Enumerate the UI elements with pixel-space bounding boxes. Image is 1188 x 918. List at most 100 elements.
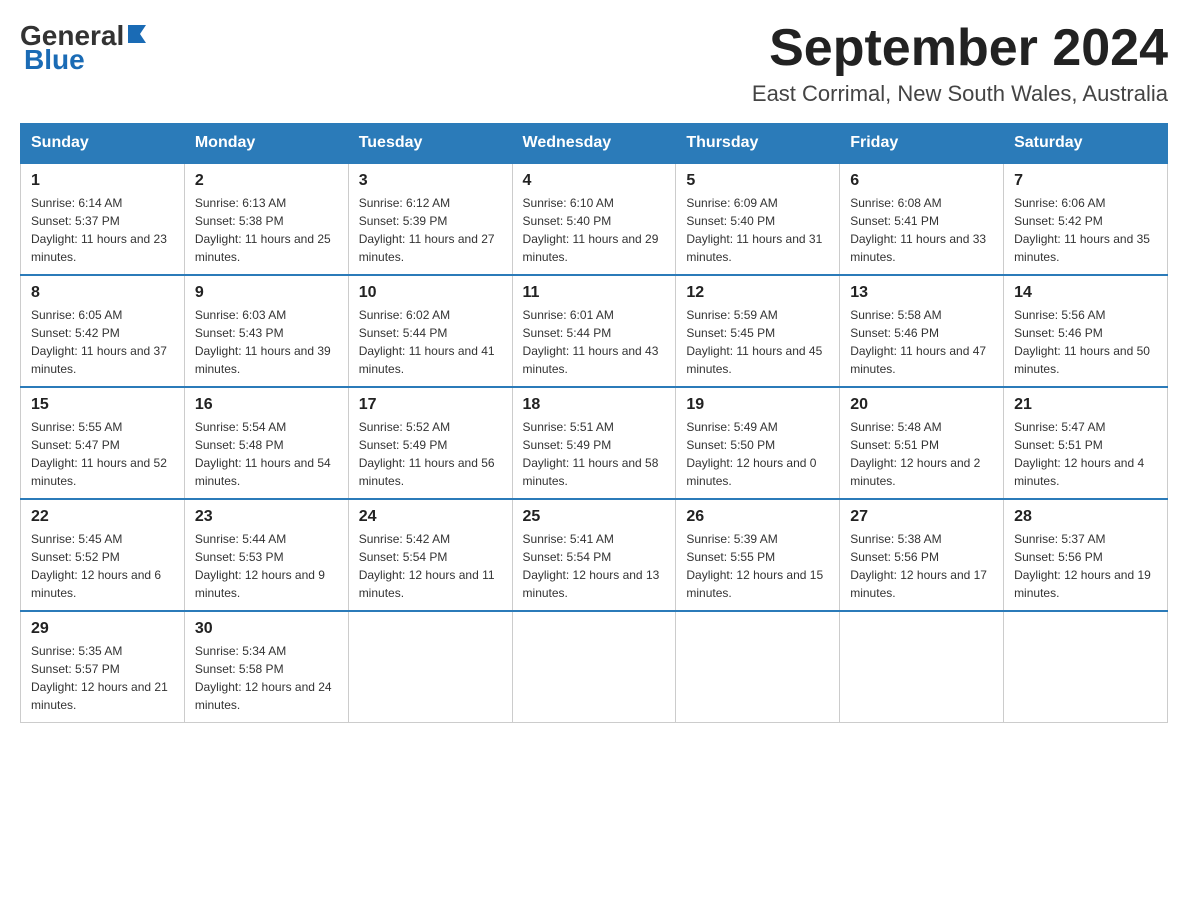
header-friday: Friday [840, 124, 1004, 164]
table-row: 12Sunrise: 5:59 AMSunset: 5:45 PMDayligh… [676, 275, 840, 387]
day-info: Sunrise: 5:51 AMSunset: 5:49 PMDaylight:… [523, 418, 666, 490]
header-wednesday: Wednesday [512, 124, 676, 164]
table-row [348, 611, 512, 723]
day-number: 21 [1014, 396, 1157, 414]
day-info: Sunrise: 6:12 AMSunset: 5:39 PMDaylight:… [359, 194, 502, 266]
day-number: 9 [195, 284, 338, 302]
page-header: General Blue September 2024 East Corrima… [20, 20, 1168, 107]
day-info: Sunrise: 6:10 AMSunset: 5:40 PMDaylight:… [523, 194, 666, 266]
calendar-week-row: 1 Sunrise: 6:14 AMSunset: 5:37 PMDaylight… [21, 163, 1168, 275]
table-row: 7 Sunrise: 6:06 AMSunset: 5:42 PMDaylight… [1004, 163, 1168, 275]
day-info: Sunrise: 5:52 AMSunset: 5:49 PMDaylight:… [359, 418, 502, 490]
day-number: 8 [31, 284, 174, 302]
day-info: Sunrise: 6:13 AMSunset: 5:38 PMDaylight:… [195, 194, 338, 266]
table-row: 26 Sunrise: 5:39 AMSunset: 5:55 PMDayligh… [676, 499, 840, 611]
day-number: 24 [359, 508, 502, 526]
table-row: 16 Sunrise: 5:54 AMSunset: 5:48 PMDayligh… [184, 387, 348, 499]
title-area: September 2024 East Corrimal, New South … [752, 20, 1168, 107]
day-number: 12 [686, 284, 829, 302]
location-title: East Corrimal, New South Wales, Australi… [752, 81, 1168, 107]
day-number: 30 [195, 620, 338, 638]
day-info: Sunrise: 6:09 AMSunset: 5:40 PMDaylight:… [686, 194, 829, 266]
day-info: Sunrise: 5:49 AMSunset: 5:50 PMDaylight:… [686, 418, 829, 490]
table-row: 17 Sunrise: 5:52 AMSunset: 5:49 PMDayligh… [348, 387, 512, 499]
day-info: Sunrise: 5:35 AMSunset: 5:57 PMDaylight:… [31, 642, 174, 714]
header-thursday: Thursday [676, 124, 840, 164]
day-info: Sunrise: 6:02 AMSunset: 5:44 PMDaylight:… [359, 306, 502, 378]
calendar-header-row: Sunday Monday Tuesday Wednesday Thursday… [21, 124, 1168, 164]
day-info: Sunrise: 5:54 AMSunset: 5:48 PMDaylight:… [195, 418, 338, 490]
day-info: Sunrise: 5:39 AMSunset: 5:55 PMDaylight:… [686, 530, 829, 602]
table-row: 14Sunrise: 5:56 AMSunset: 5:46 PMDayligh… [1004, 275, 1168, 387]
day-number: 13 [850, 284, 993, 302]
header-tuesday: Tuesday [348, 124, 512, 164]
month-title: September 2024 [752, 20, 1168, 77]
day-number: 26 [686, 508, 829, 526]
day-number: 19 [686, 396, 829, 414]
table-row [1004, 611, 1168, 723]
day-number: 25 [523, 508, 666, 526]
day-info: Sunrise: 6:03 AMSunset: 5:43 PMDaylight:… [195, 306, 338, 378]
header-saturday: Saturday [1004, 124, 1168, 164]
logo-blue: Blue [24, 44, 85, 76]
day-number: 22 [31, 508, 174, 526]
calendar-week-row: 29 Sunrise: 5:35 AMSunset: 5:57 PMDayligh… [21, 611, 1168, 723]
day-number: 29 [31, 620, 174, 638]
calendar-week-row: 8Sunrise: 6:05 AMSunset: 5:42 PMDaylight… [21, 275, 1168, 387]
day-number: 17 [359, 396, 502, 414]
table-row: 9 Sunrise: 6:03 AMSunset: 5:43 PMDaylight… [184, 275, 348, 387]
calendar-week-row: 15Sunrise: 5:55 AMSunset: 5:47 PMDayligh… [21, 387, 1168, 499]
table-row: 22 Sunrise: 5:45 AMSunset: 5:52 PMDayligh… [21, 499, 185, 611]
day-number: 2 [195, 172, 338, 190]
day-info: Sunrise: 6:14 AMSunset: 5:37 PMDaylight:… [31, 194, 174, 266]
day-info: Sunrise: 5:58 AMSunset: 5:46 PMDaylight:… [850, 306, 993, 378]
table-row: 11 Sunrise: 6:01 AMSunset: 5:44 PMDayligh… [512, 275, 676, 387]
day-info: Sunrise: 5:42 AMSunset: 5:54 PMDaylight:… [359, 530, 502, 602]
table-row: 1 Sunrise: 6:14 AMSunset: 5:37 PMDaylight… [21, 163, 185, 275]
table-row: 29 Sunrise: 5:35 AMSunset: 5:57 PMDayligh… [21, 611, 185, 723]
table-row: 15Sunrise: 5:55 AMSunset: 5:47 PMDayligh… [21, 387, 185, 499]
day-number: 16 [195, 396, 338, 414]
table-row: 18 Sunrise: 5:51 AMSunset: 5:49 PMDayligh… [512, 387, 676, 499]
day-info: Sunrise: 5:41 AMSunset: 5:54 PMDaylight:… [523, 530, 666, 602]
day-info: Sunrise: 5:45 AMSunset: 5:52 PMDaylight:… [31, 530, 174, 602]
day-info: Sunrise: 5:55 AMSunset: 5:47 PMDaylight:… [31, 418, 174, 490]
calendar-table: Sunday Monday Tuesday Wednesday Thursday… [20, 123, 1168, 723]
table-row: 24 Sunrise: 5:42 AMSunset: 5:54 PMDayligh… [348, 499, 512, 611]
table-row [512, 611, 676, 723]
day-number: 10 [359, 284, 502, 302]
day-number: 28 [1014, 508, 1157, 526]
day-number: 3 [359, 172, 502, 190]
table-row [676, 611, 840, 723]
day-number: 18 [523, 396, 666, 414]
table-row: 20Sunrise: 5:48 AMSunset: 5:51 PMDayligh… [840, 387, 1004, 499]
day-number: 7 [1014, 172, 1157, 190]
header-sunday: Sunday [21, 124, 185, 164]
day-number: 1 [31, 172, 174, 190]
table-row: 25 Sunrise: 5:41 AMSunset: 5:54 PMDayligh… [512, 499, 676, 611]
day-number: 23 [195, 508, 338, 526]
day-info: Sunrise: 5:37 AMSunset: 5:56 PMDaylight:… [1014, 530, 1157, 602]
day-number: 20 [850, 396, 993, 414]
day-number: 5 [686, 172, 829, 190]
table-row: 28 Sunrise: 5:37 AMSunset: 5:56 PMDayligh… [1004, 499, 1168, 611]
day-number: 11 [523, 284, 666, 302]
logo: General Blue [20, 20, 150, 76]
table-row: 6 Sunrise: 6:08 AMSunset: 5:41 PMDaylight… [840, 163, 1004, 275]
header-monday: Monday [184, 124, 348, 164]
day-number: 6 [850, 172, 993, 190]
table-row: 10 Sunrise: 6:02 AMSunset: 5:44 PMDayligh… [348, 275, 512, 387]
table-row: 3 Sunrise: 6:12 AMSunset: 5:39 PMDaylight… [348, 163, 512, 275]
day-info: Sunrise: 6:01 AMSunset: 5:44 PMDaylight:… [523, 306, 666, 378]
table-row: 5 Sunrise: 6:09 AMSunset: 5:40 PMDaylight… [676, 163, 840, 275]
table-row: 13 Sunrise: 5:58 AMSunset: 5:46 PMDayligh… [840, 275, 1004, 387]
table-row [840, 611, 1004, 723]
day-info: Sunrise: 6:06 AMSunset: 5:42 PMDaylight:… [1014, 194, 1157, 266]
table-row: 4Sunrise: 6:10 AMSunset: 5:40 PMDaylight… [512, 163, 676, 275]
table-row: 2 Sunrise: 6:13 AMSunset: 5:38 PMDaylight… [184, 163, 348, 275]
day-info: Sunrise: 5:34 AMSunset: 5:58 PMDaylight:… [195, 642, 338, 714]
day-info: Sunrise: 6:08 AMSunset: 5:41 PMDaylight:… [850, 194, 993, 266]
table-row: 27Sunrise: 5:38 AMSunset: 5:56 PMDayligh… [840, 499, 1004, 611]
day-info: Sunrise: 5:56 AMSunset: 5:46 PMDaylight:… [1014, 306, 1157, 378]
day-info: Sunrise: 5:38 AMSunset: 5:56 PMDaylight:… [850, 530, 993, 602]
